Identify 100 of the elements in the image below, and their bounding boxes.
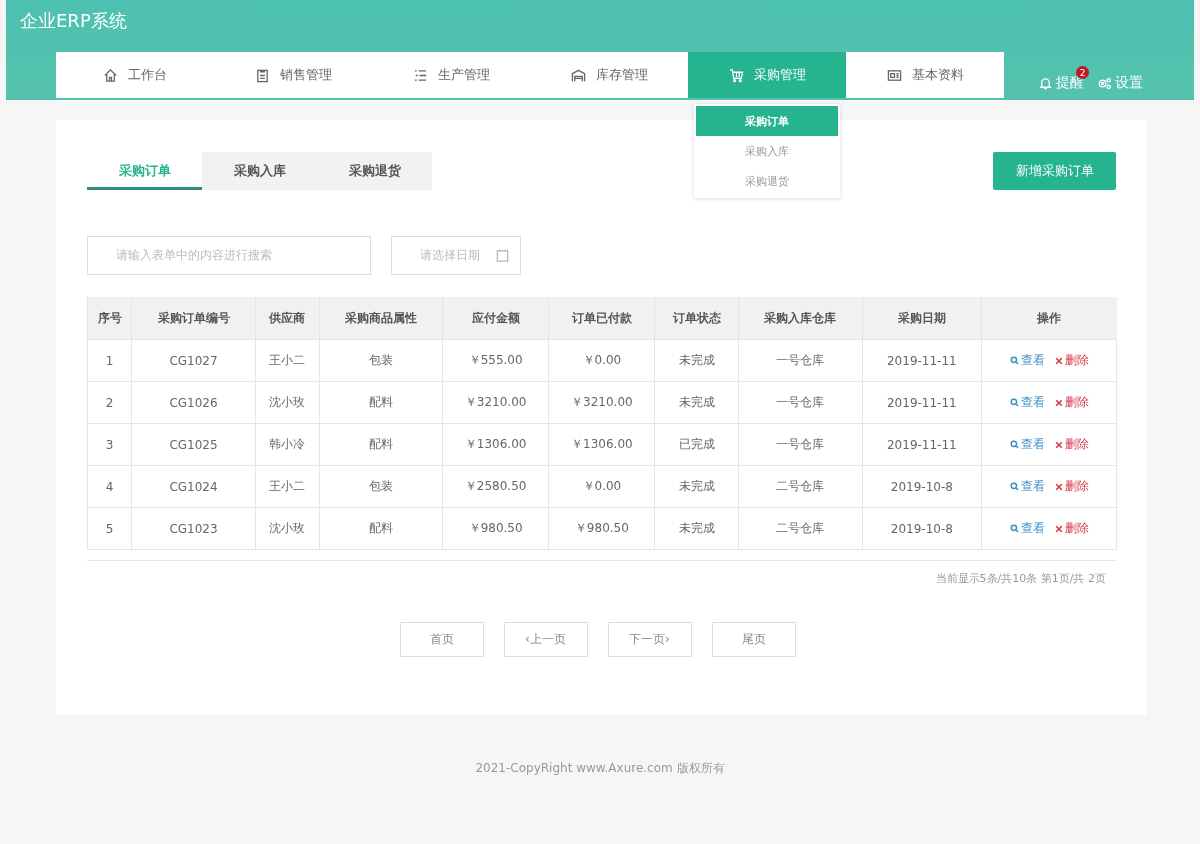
column-header: 应付金额 xyxy=(442,297,549,340)
nav-item[interactable]: 生产管理 xyxy=(372,52,530,98)
delete-link[interactable]: 删除 xyxy=(1054,352,1089,369)
view-link[interactable]: 查看 xyxy=(1009,478,1045,495)
search-icon xyxy=(1009,482,1019,491)
nav-item[interactable]: 库存管理 xyxy=(530,52,688,98)
search-icon xyxy=(1009,524,1019,533)
table-cell: 韩小冷 xyxy=(255,423,320,466)
column-header: 供应商 xyxy=(255,297,320,340)
table-cell: 配料 xyxy=(319,381,443,424)
warehouse-icon xyxy=(570,67,586,83)
table-cell: 未完成 xyxy=(654,465,739,508)
new-order-button[interactable]: 新增采购订单 xyxy=(993,152,1116,190)
table-cell: 5 xyxy=(87,507,132,550)
table-cell: 2019-10-8 xyxy=(862,507,982,550)
table-cell: 未完成 xyxy=(654,339,739,382)
nav-item[interactable]: 基本资料 xyxy=(846,52,1004,98)
table-cell: 2019-10-8 xyxy=(862,465,982,508)
view-link[interactable]: 查看 xyxy=(1009,352,1045,369)
date-field[interactable]: 请选择日期 xyxy=(391,236,521,275)
search-icon xyxy=(1009,398,1019,407)
close-icon xyxy=(1054,482,1063,491)
table-cell: ￥2580.50 xyxy=(442,465,549,508)
table-cell: ￥3210.00 xyxy=(442,381,549,424)
page-button[interactable]: 尾页 xyxy=(711,622,796,657)
search-field[interactable]: 请输入表单中的内容进行搜索 xyxy=(87,236,371,275)
table-cell: ￥0.00 xyxy=(548,339,655,382)
clipboard-icon xyxy=(254,67,270,83)
table-cell: CG1025 xyxy=(131,423,256,466)
table-cell: CG1026 xyxy=(131,381,256,424)
settings-icon xyxy=(1097,75,1112,91)
nav-item[interactable]: 工作台 xyxy=(56,52,214,98)
table-cell: 一号仓库 xyxy=(738,381,863,424)
table-cell: 未完成 xyxy=(654,381,739,424)
tab[interactable]: 采购退货 xyxy=(317,152,432,190)
page-button[interactable]: 首页 xyxy=(399,622,484,657)
table-cell: CG1027 xyxy=(131,339,256,382)
table-cell: ￥980.50 xyxy=(442,507,549,550)
delete-link[interactable]: 删除 xyxy=(1054,394,1089,411)
close-icon xyxy=(1054,398,1063,407)
table-cell: 配料 xyxy=(319,507,443,550)
table-cell: 2019-11-11 xyxy=(862,423,982,466)
table-cell: 配料 xyxy=(319,423,443,466)
table-cell: 王小二 xyxy=(255,465,320,508)
tab[interactable]: 采购入库 xyxy=(202,152,317,190)
table-cell: 包装 xyxy=(319,339,443,382)
calendar-icon xyxy=(495,248,510,263)
table-cell: 4 xyxy=(87,465,132,508)
table-cell: 一号仓库 xyxy=(738,423,863,466)
table-cell: ￥3210.00 xyxy=(548,381,655,424)
view-link[interactable]: 查看 xyxy=(1009,436,1045,453)
tab[interactable]: 采购订单 xyxy=(87,152,202,190)
menu-item[interactable]: 采购入库 xyxy=(696,136,838,166)
delete-link[interactable]: 删除 xyxy=(1054,436,1089,453)
card-icon xyxy=(886,67,902,83)
menu-item[interactable]: 采购退货 xyxy=(696,166,838,196)
table-cell: 一号仓库 xyxy=(738,339,863,382)
table-cell: 二号仓库 xyxy=(738,465,863,508)
table-cell: ￥1306.00 xyxy=(442,423,549,466)
table-cell: 3 xyxy=(87,423,132,466)
view-link[interactable]: 查看 xyxy=(1009,520,1045,537)
table-cell: 二号仓库 xyxy=(738,507,863,550)
list-icon xyxy=(412,67,428,83)
column-header: 采购日期 xyxy=(862,297,982,340)
page-button[interactable]: ‹上一页 xyxy=(503,622,588,657)
table-cell: ￥555.00 xyxy=(442,339,549,382)
app-title: 企业ERP系统 xyxy=(20,9,127,33)
menu-item[interactable]: 采购订单 xyxy=(696,106,838,136)
table-cell: 2019-11-11 xyxy=(862,381,982,424)
cart-icon xyxy=(728,67,744,83)
view-link[interactable]: 查看 xyxy=(1009,394,1045,411)
table-cell: CG1024 xyxy=(131,465,256,508)
column-header: 采购入库仓库 xyxy=(738,297,863,340)
settings-link[interactable]: 设置 xyxy=(1097,66,1150,92)
close-icon xyxy=(1054,356,1063,365)
page-button[interactable]: 下一页› xyxy=(607,622,692,657)
page-info: 当前显示5条/共10条 第1页/共 2页 xyxy=(935,571,1106,586)
table-cell: 沈小玫 xyxy=(255,381,320,424)
nav-item[interactable]: 销售管理 xyxy=(214,52,372,98)
close-icon xyxy=(1054,524,1063,533)
table-cell: 王小二 xyxy=(255,339,320,382)
table-cell: CG1023 xyxy=(131,507,256,550)
table-cell: 1 xyxy=(87,339,132,382)
table-cell: 包装 xyxy=(319,465,443,508)
column-header: 采购商品属性 xyxy=(319,297,443,340)
table-cell: 未完成 xyxy=(654,507,739,550)
table-cell: ￥980.50 xyxy=(548,507,655,550)
close-icon xyxy=(1054,440,1063,449)
search-icon xyxy=(1009,440,1019,449)
column-header: 订单已付款 xyxy=(548,297,655,340)
delete-link[interactable]: 删除 xyxy=(1054,520,1089,537)
delete-link[interactable]: 删除 xyxy=(1054,478,1089,495)
table-cell: 2019-11-11 xyxy=(862,339,982,382)
table-cell: ￥1306.00 xyxy=(548,423,655,466)
table-cell: 沈小玫 xyxy=(255,507,320,550)
table-cell: ￥0.00 xyxy=(548,465,655,508)
home-icon xyxy=(103,67,118,83)
table-cell: 已完成 xyxy=(654,423,739,466)
bell-icon xyxy=(1038,75,1053,91)
column-header: 操作 xyxy=(981,297,1117,340)
